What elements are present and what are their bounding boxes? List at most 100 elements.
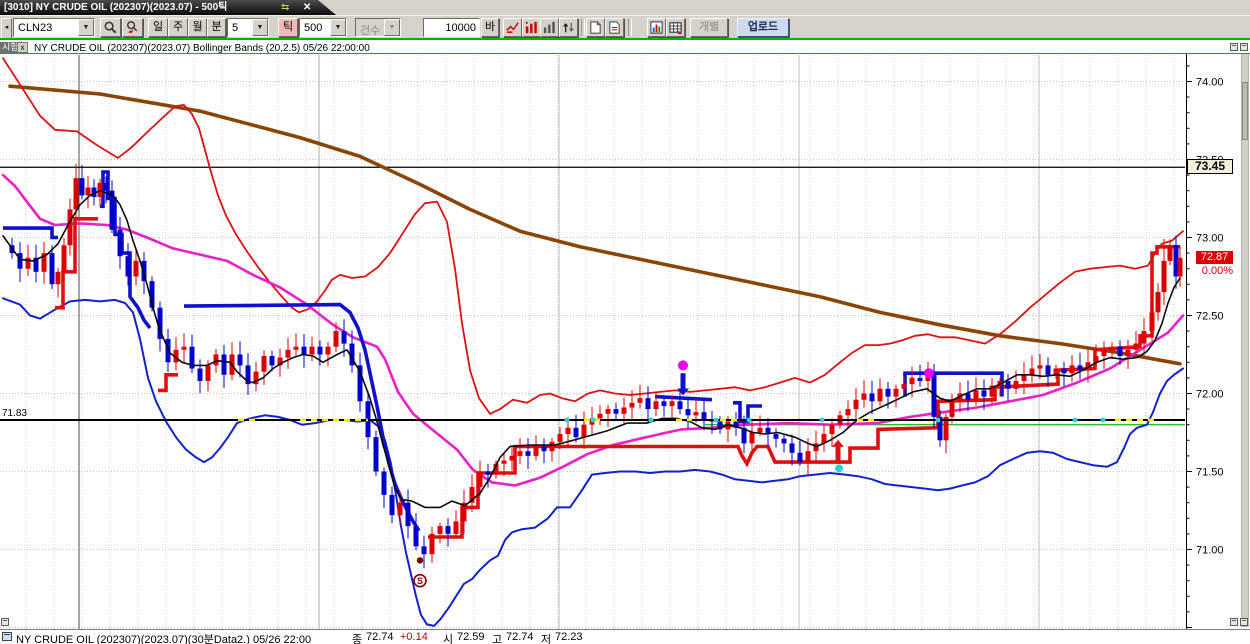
period-week-button[interactable]: 주 — [168, 18, 188, 37]
candle-body[interactable] — [486, 471, 491, 474]
candle-body[interactable] — [558, 434, 563, 442]
sort-updown-button[interactable] — [559, 18, 578, 37]
candle-body[interactable] — [382, 471, 387, 494]
candle-body[interactable] — [542, 447, 547, 452]
candle-body[interactable] — [782, 439, 787, 444]
candle-body[interactable] — [758, 428, 763, 433]
candle-body[interactable] — [98, 183, 103, 197]
candle-body[interactable] — [918, 378, 923, 381]
pane-maximize-icon[interactable] — [1240, 618, 1248, 626]
candle-body[interactable] — [326, 347, 331, 355]
candle-body[interactable] — [566, 428, 571, 434]
candle-body[interactable] — [550, 442, 555, 451]
chevron-down-icon[interactable]: ▼ — [78, 19, 94, 36]
candle-body[interactable] — [526, 451, 531, 456]
bars-button[interactable] — [540, 18, 559, 37]
candle-body[interactable] — [222, 354, 227, 374]
candle-body[interactable] — [1178, 258, 1183, 277]
candle-body[interactable] — [854, 400, 859, 409]
candle-body[interactable] — [518, 451, 523, 456]
candle-body[interactable] — [910, 378, 915, 384]
red-bars-button[interactable] — [522, 18, 541, 37]
candle-body[interactable] — [214, 354, 219, 365]
candle-body[interactable] — [678, 401, 683, 409]
candle-body[interactable] — [1126, 350, 1131, 356]
price-chart[interactable]: S — [0, 38, 1186, 629]
candle-body[interactable] — [1168, 245, 1173, 261]
candle-body[interactable] — [118, 230, 123, 257]
candle-body[interactable] — [1070, 365, 1075, 373]
candle-body[interactable] — [1150, 312, 1155, 331]
candle-body[interactable] — [798, 453, 803, 462]
candle-body[interactable] — [654, 401, 659, 409]
candle-body[interactable] — [1014, 381, 1019, 389]
candle-body[interactable] — [1110, 347, 1115, 350]
maximize-window-icon[interactable] — [1240, 43, 1248, 51]
candle-body[interactable] — [702, 412, 707, 420]
swap-icon[interactable]: ⇆ — [281, 0, 289, 15]
candle-body[interactable] — [1038, 365, 1043, 368]
candle-body[interactable] — [774, 434, 779, 439]
candle-body[interactable] — [310, 347, 315, 355]
candle-body[interactable] — [86, 188, 91, 196]
candle-body[interactable] — [438, 526, 443, 534]
candle-body[interactable] — [198, 369, 203, 381]
candle-body[interactable] — [886, 389, 891, 397]
candle-body[interactable] — [1030, 369, 1035, 375]
candle-body[interactable] — [662, 401, 667, 406]
candle-body[interactable] — [878, 389, 883, 401]
candle-body[interactable] — [270, 356, 275, 365]
candle-body[interactable] — [74, 178, 79, 209]
bar-apply-button[interactable]: 바 — [481, 18, 499, 37]
candle-body[interactable] — [1162, 261, 1167, 292]
close-icon[interactable]: ✕ — [303, 0, 311, 15]
candle-body[interactable] — [56, 272, 61, 284]
zoom-reset-button[interactable] — [122, 18, 143, 37]
scrollbar-thumb[interactable] — [1242, 82, 1248, 140]
chart-save-button[interactable] — [647, 18, 666, 37]
page-setting-button[interactable] — [605, 18, 624, 37]
candle-body[interactable] — [870, 393, 875, 401]
grid-view-button[interactable] — [666, 18, 685, 37]
candle-body[interactable] — [830, 425, 835, 434]
candle-body[interactable] — [374, 437, 379, 471]
candle-body[interactable] — [422, 546, 427, 554]
candle-body[interactable] — [238, 354, 243, 365]
candle-body[interactable] — [1054, 369, 1059, 375]
candle-body[interactable] — [390, 495, 395, 515]
candle-body[interactable] — [1046, 365, 1051, 374]
candle-body[interactable] — [510, 456, 515, 461]
chevron-down-icon[interactable]: ▼ — [252, 19, 268, 36]
restore-window-icon[interactable] — [1230, 43, 1238, 51]
candle-body[interactable] — [414, 526, 419, 546]
candle-body[interactable] — [286, 350, 291, 358]
candle-body[interactable] — [1102, 350, 1107, 356]
candle-body[interactable] — [134, 261, 139, 277]
candle-body[interactable] — [302, 347, 307, 355]
candle-body[interactable] — [68, 209, 73, 245]
new-page-button[interactable] — [586, 18, 605, 37]
candle-body[interactable] — [622, 408, 627, 414]
chevron-down-icon[interactable]: ▼ — [330, 19, 346, 36]
candle-body[interactable] — [846, 409, 851, 415]
candle-body[interactable] — [262, 356, 267, 372]
candle-body[interactable] — [446, 526, 451, 534]
candle-body[interactable] — [80, 178, 85, 195]
candle-body[interactable] — [62, 245, 67, 272]
candle-body[interactable] — [950, 401, 955, 417]
candle-body[interactable] — [574, 428, 579, 437]
minute-interval-combobox[interactable]: 5 ▼ — [227, 18, 269, 37]
vertical-scrollbar[interactable] — [1241, 39, 1249, 627]
candle-body[interactable] — [398, 503, 403, 515]
candle-body[interactable] — [454, 521, 459, 533]
candle-body[interactable] — [750, 432, 755, 443]
candle-body[interactable] — [806, 451, 811, 462]
candle-body[interactable] — [478, 471, 483, 487]
candle-body[interactable] — [686, 409, 691, 415]
upload-button[interactable]: 업로드 — [737, 18, 789, 37]
trendline-tool-button[interactable] — [503, 18, 522, 37]
period-day-button[interactable]: 일 — [148, 18, 168, 37]
candle-body[interactable] — [430, 534, 435, 554]
candle-body[interactable] — [646, 398, 651, 409]
candle-body[interactable] — [182, 347, 187, 350]
